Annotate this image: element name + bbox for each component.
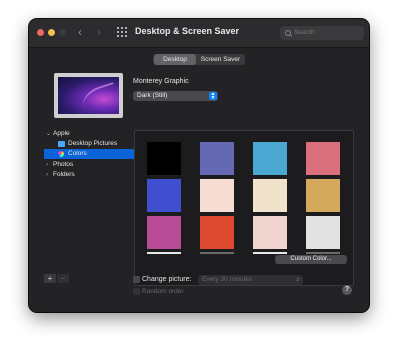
desktop-preview: [54, 73, 123, 118]
sidebar-item-colors[interactable]: Colors: [44, 149, 134, 159]
chevron-right-icon[interactable]: ›: [46, 170, 48, 180]
sidebar-item-label: Apple: [53, 130, 70, 137]
popup-arrows-icon: ▲ ▼: [209, 91, 217, 101]
search-placeholder: Search: [294, 29, 315, 36]
help-button[interactable]: ?: [342, 285, 352, 295]
chevron-right-icon[interactable]: ›: [97, 25, 101, 39]
sidebar-item-label: Photos: [53, 161, 74, 168]
color-wheel-icon: [58, 151, 64, 157]
color-swatch[interactable]: [200, 179, 234, 212]
window-title: Desktop & Screen Saver: [135, 26, 240, 36]
color-swatch[interactable]: [306, 142, 340, 175]
sidebar-item-label: Colors: [68, 150, 87, 157]
color-swatch[interactable]: [306, 179, 340, 212]
sidebar-item-desktop-pictures[interactable]: Desktop Pictures: [44, 139, 134, 149]
interval-value: Every 30 minutes: [202, 276, 253, 283]
zoom-button[interactable]: [59, 29, 66, 36]
chevron-down-icon[interactable]: ⌄: [46, 129, 51, 139]
change-interval-popup[interactable]: Every 30 minutes ⇵: [198, 275, 303, 285]
color-swatch[interactable]: [147, 179, 181, 212]
sidebar-item-folders[interactable]: › Folders: [44, 170, 134, 180]
chevron-left-icon[interactable]: ‹: [78, 25, 82, 39]
custom-color-button[interactable]: Custom Color...: [275, 255, 347, 264]
tab-screen-saver[interactable]: Screen Saver: [197, 54, 244, 65]
change-picture-label: Change picture:: [142, 276, 192, 283]
sidebar-item-label: Folders: [53, 171, 75, 178]
sidebar-item-label: Desktop Pictures: [68, 140, 118, 147]
sidebar-item-apple[interactable]: ⌄ Apple: [44, 129, 134, 139]
preferences-window: ‹ › Desktop & Screen Saver Search Deskto…: [29, 19, 369, 312]
appearance-value: Dark (Still): [137, 92, 168, 99]
swatch-underline: [200, 252, 234, 254]
add-folder-button[interactable]: +: [44, 274, 56, 283]
random-order-checkbox[interactable]: [133, 288, 140, 295]
swatch-underline: [147, 252, 181, 254]
search-field[interactable]: Search: [280, 26, 364, 40]
swatch-underline: [306, 252, 340, 254]
sidebar-item-photos[interactable]: › Photos: [44, 160, 134, 170]
remove-folder-button[interactable]: −: [57, 274, 69, 283]
list-edit-buttons: + −: [44, 274, 70, 283]
source-list: ⌄ Apple Desktop Pictures Colors › Photos…: [44, 129, 134, 292]
color-swatch[interactable]: [147, 216, 181, 249]
search-icon: [285, 30, 291, 36]
minimize-button[interactable]: [48, 29, 55, 36]
title-bar: ‹ › Desktop & Screen Saver Search: [29, 19, 369, 48]
color-swatch[interactable]: [147, 142, 181, 175]
appearance-popup[interactable]: Dark (Still) ▲ ▼: [133, 91, 218, 101]
swatch-underline: [253, 252, 287, 254]
change-picture-checkbox[interactable]: [133, 276, 140, 283]
wallpaper-image: [58, 77, 119, 114]
picture-name: Monterey Graphic: [133, 78, 189, 85]
color-swatch[interactable]: [200, 216, 234, 249]
color-swatch[interactable]: [200, 142, 234, 175]
chevron-right-icon[interactable]: ›: [46, 160, 48, 170]
folder-icon: [58, 141, 65, 147]
color-swatch[interactable]: [306, 216, 340, 249]
tab-desktop[interactable]: Desktop: [154, 54, 196, 65]
show-all-grid-icon[interactable]: [117, 27, 128, 38]
close-button[interactable]: [37, 29, 44, 36]
tab-segmented-control: Desktop Screen Saver: [153, 54, 245, 65]
popup-arrows-icon: ⇵: [295, 277, 300, 283]
color-swatch[interactable]: [253, 216, 287, 249]
color-swatch[interactable]: [253, 179, 287, 212]
color-swatch[interactable]: [253, 142, 287, 175]
random-order-label: Random order: [142, 288, 184, 295]
